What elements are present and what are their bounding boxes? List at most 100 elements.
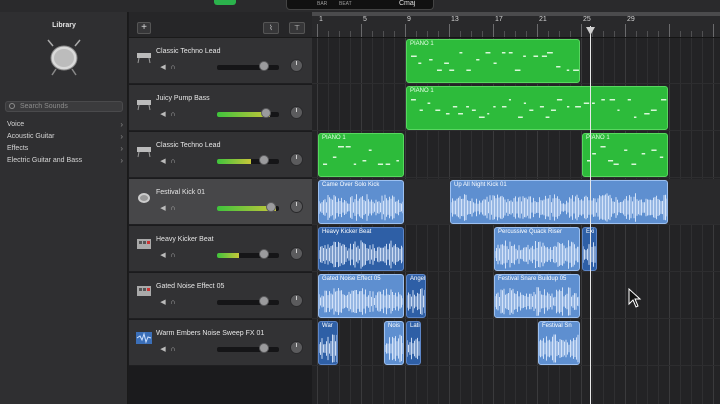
pan-knob[interactable]: [290, 247, 303, 260]
search-sounds-input[interactable]: Search Sounds: [5, 101, 123, 112]
midi-region[interactable]: PIANO 1: [318, 133, 404, 177]
ruler-bar-number: 5: [363, 16, 367, 23]
track-header[interactable]: Gated Noise Effect 05 ◀ ∩: [129, 273, 312, 319]
audio-region[interactable]: Gated Noise Effect 05: [318, 274, 404, 318]
mute-icon[interactable]: ◀: [158, 63, 168, 71]
headphones-icon[interactable]: ∩: [168, 252, 178, 259]
volume-slider[interactable]: [217, 300, 279, 305]
track-controls: ◀ ∩: [158, 157, 178, 165]
pan-knob[interactable]: [290, 59, 303, 72]
midi-note: [573, 69, 579, 71]
midi-note: [478, 116, 485, 118]
pan-knob[interactable]: [290, 106, 303, 119]
ruler-tick: [427, 31, 428, 37]
library-category-acoustic-guitar[interactable]: Acoustic Guitar ›: [7, 131, 123, 143]
add-track-button[interactable]: +: [137, 22, 151, 34]
track-header[interactable]: Heavy Kicker Beat ◀ ∩: [129, 226, 312, 272]
audio-region[interactable]: Festival Snare Buildup 05: [494, 274, 580, 318]
track-header-selected[interactable]: Festival Kick 01 ◀ ∩: [129, 179, 312, 225]
midi-notes: [587, 146, 664, 165]
headphones-icon[interactable]: ∩: [168, 64, 178, 71]
headphones-icon[interactable]: ∩: [168, 299, 178, 306]
volume-slider[interactable]: [217, 65, 279, 70]
pan-knob[interactable]: [290, 153, 303, 166]
headphones-icon[interactable]: ∩: [168, 346, 178, 353]
headphones-icon[interactable]: ∩: [168, 205, 178, 212]
record-indicator[interactable]: [214, 0, 236, 5]
ruler-tick: [515, 31, 516, 37]
audio-region[interactable]: Lati: [406, 321, 421, 365]
automation-button[interactable]: ⌇: [263, 22, 279, 34]
ruler-tick: [559, 31, 560, 37]
region-label: Up All Night Kick 01: [454, 182, 507, 188]
library-category-electric-guitar-bass[interactable]: Electric Guitar and Bass ›: [7, 155, 123, 167]
track-lane[interactable]: [312, 320, 720, 366]
drum-icon: [138, 193, 150, 203]
ruler-tick: [416, 31, 417, 37]
headphones-icon[interactable]: ∩: [168, 111, 178, 118]
midi-note: [449, 69, 455, 71]
midi-note: [659, 156, 664, 158]
track-header[interactable]: Warm Embers Noise Sweep FX 01 ◀ ∩: [129, 320, 312, 366]
ruler-tick: [614, 31, 615, 37]
ruler-tick: [438, 31, 439, 37]
mute-icon[interactable]: ◀: [158, 345, 168, 353]
midi-notes: [411, 99, 667, 118]
track-header[interactable]: Classic Techno Lead ◀ ∩: [129, 38, 312, 84]
audio-region[interactable]: War: [318, 321, 338, 365]
track-header[interactable]: Classic Techno Lead ◀ ∩: [129, 132, 312, 178]
midi-note: [377, 163, 384, 165]
cycle-region-bar[interactable]: [312, 12, 720, 16]
playhead[interactable]: [590, 26, 591, 404]
audio-region[interactable]: Heavy Kicker Beat: [318, 227, 404, 271]
volume-slider[interactable]: [217, 347, 279, 352]
midi-region[interactable]: PIANO 1: [406, 86, 668, 130]
midi-region[interactable]: PIANO 1: [406, 39, 580, 83]
volume-knob[interactable]: [258, 155, 269, 165]
drum-machine-icon: [137, 286, 151, 296]
waveform: [407, 288, 425, 315]
volume-slider[interactable]: [217, 159, 279, 164]
pan-knob[interactable]: [290, 294, 303, 307]
audio-region[interactable]: Nois: [384, 321, 404, 365]
midi-note: [508, 52, 513, 54]
pan-knob[interactable]: [290, 200, 303, 213]
volume-knob[interactable]: [258, 343, 269, 353]
volume-knob[interactable]: [258, 296, 269, 306]
midi-region[interactable]: PIANO 1: [582, 133, 668, 177]
library-category-voice[interactable]: Voice ›: [7, 119, 123, 131]
ruler-tick: [394, 31, 395, 37]
volume-slider[interactable]: [217, 253, 279, 258]
ruler-tick: [713, 24, 714, 37]
mute-icon[interactable]: ◀: [158, 204, 168, 212]
ruler-tick: [526, 31, 527, 37]
audio-region[interactable]: Festival Sn: [538, 321, 580, 365]
midi-note: [566, 69, 570, 71]
midi-note: [419, 109, 423, 111]
arrange-area[interactable]: PIANO 1 PIANO 1 PIANO 1 PIANO 1 Came Over So…: [312, 38, 720, 404]
volume-knob[interactable]: [258, 61, 269, 71]
track-header[interactable]: Juicy Pump Bass ◀ ∩: [129, 85, 312, 131]
mute-icon[interactable]: ◀: [158, 298, 168, 306]
volume-knob[interactable]: [258, 249, 269, 259]
mute-icon[interactable]: ◀: [158, 251, 168, 259]
volume-level: [217, 159, 252, 164]
midi-note: [332, 156, 337, 158]
mute-icon[interactable]: ◀: [158, 110, 168, 118]
timeline-ruler[interactable]: 1 5 9 13 17 21 25 29: [312, 12, 720, 38]
audio-region[interactable]: Up All Night Kick 01: [450, 180, 668, 224]
region-label: Lati: [410, 323, 420, 329]
midi-note: [583, 102, 590, 104]
lcd-display[interactable]: BAR BEAT Cmaj: [286, 0, 434, 10]
lcd-bar-label: BAR: [317, 1, 328, 7]
audio-region[interactable]: Came Over Solo Kick: [318, 180, 404, 224]
midi-note: [471, 109, 476, 111]
audio-region[interactable]: Percussive Quack Riser: [494, 227, 580, 271]
pan-knob[interactable]: [290, 341, 303, 354]
mute-icon[interactable]: ◀: [158, 157, 168, 165]
library-category-effects[interactable]: Effects ›: [7, 143, 123, 155]
region-label: Festival Sn: [542, 323, 572, 329]
track-filter-button[interactable]: ⊤: [289, 22, 305, 34]
audio-region[interactable]: Angel: [406, 274, 426, 318]
headphones-icon[interactable]: ∩: [168, 158, 178, 165]
